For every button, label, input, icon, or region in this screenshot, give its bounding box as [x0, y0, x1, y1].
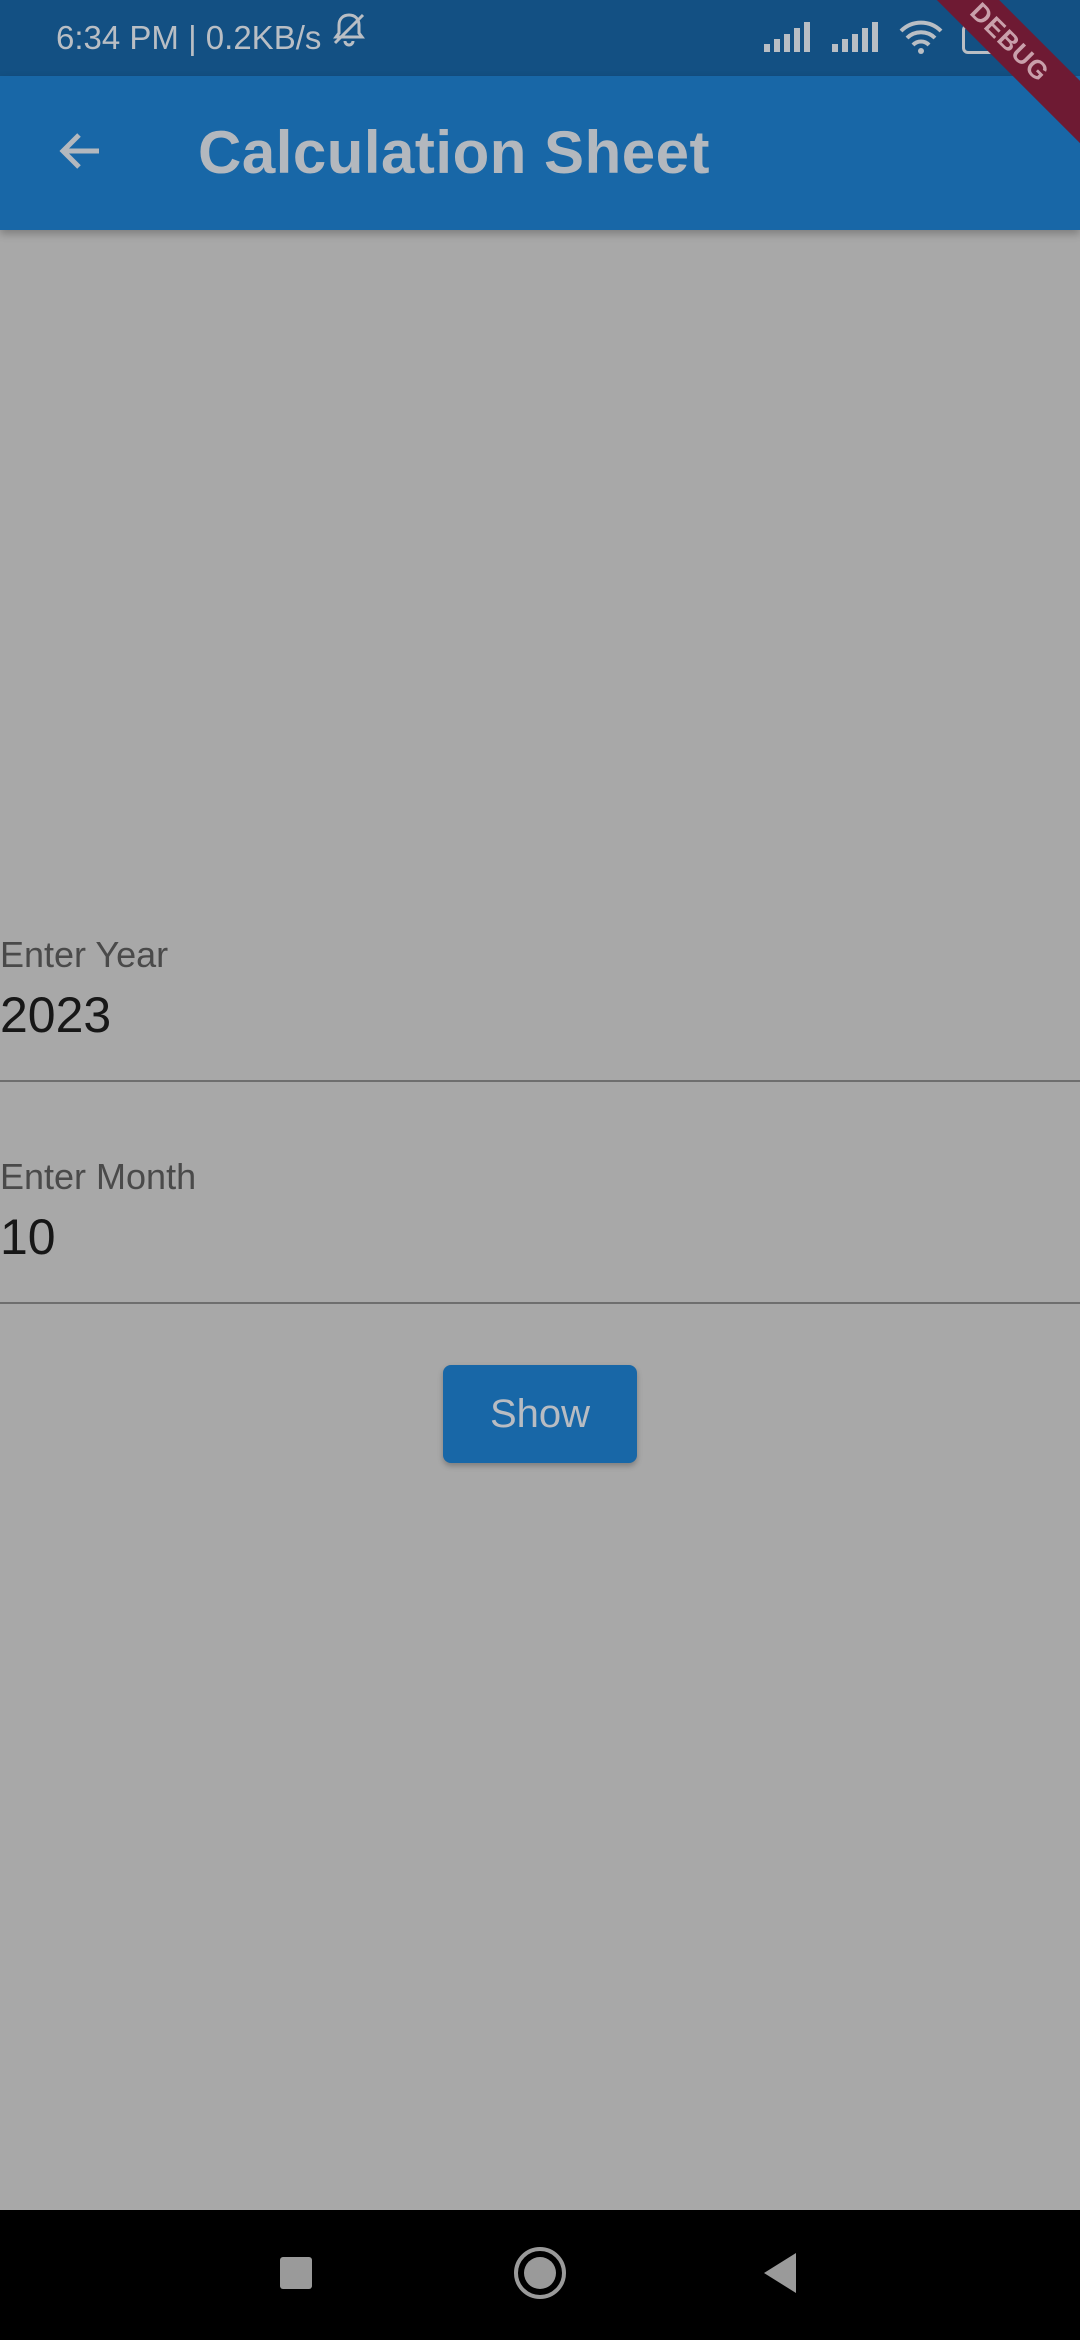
show-button[interactable]: Show	[443, 1365, 637, 1463]
status-bar: 6:34 PM | 0.2KB/s	[0, 0, 1080, 76]
month-field[interactable]: Enter Month	[0, 1152, 1080, 1304]
home-button[interactable]	[480, 2210, 600, 2340]
recents-button[interactable]	[236, 2210, 356, 2340]
back-button[interactable]	[40, 113, 120, 193]
arrow-back-icon	[55, 126, 105, 181]
year-underline	[0, 1080, 1080, 1082]
year-field[interactable]: Enter Year	[0, 930, 1080, 1082]
status-left: 6:34 PM | 0.2KB/s	[56, 0, 369, 86]
triangle-back-icon	[760, 2251, 800, 2300]
month-label: Enter Month	[0, 1156, 197, 1197]
signal-icon-2	[830, 21, 880, 57]
navigation-bar	[0, 2210, 1080, 2340]
page-title: Calculation Sheet	[198, 119, 710, 186]
circle-icon	[512, 2245, 568, 2306]
year-label: Enter Year	[0, 934, 169, 975]
mute-bell-icon	[329, 0, 369, 86]
back-nav-button[interactable]	[720, 2210, 840, 2340]
year-input[interactable]	[0, 986, 1000, 1044]
square-icon	[278, 2255, 314, 2296]
month-input[interactable]	[0, 1208, 1000, 1266]
wifi-icon	[898, 20, 944, 59]
status-time-speed: 6:34 PM | 0.2KB/s	[56, 19, 322, 56]
month-underline	[0, 1302, 1080, 1304]
app-bar: Calculation Sheet	[0, 76, 1080, 230]
signal-icon	[762, 21, 812, 57]
